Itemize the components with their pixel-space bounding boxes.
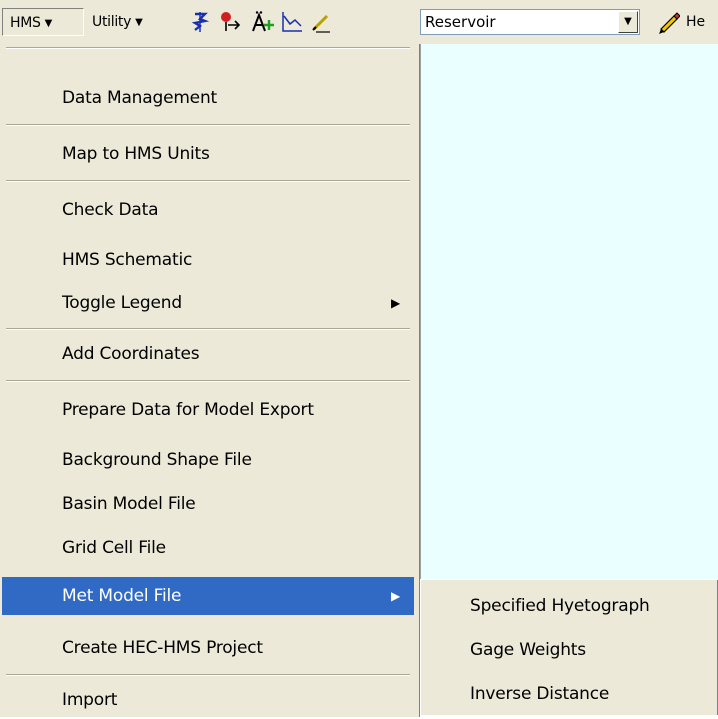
menu-item-check-data[interactable]: Check Data bbox=[2, 191, 414, 229]
edit-pen-icon[interactable] bbox=[310, 10, 334, 34]
menu-item-label: Background Shape File bbox=[62, 450, 252, 470]
hms-menu-label: HMS bbox=[10, 15, 41, 31]
menu-item-label: Import bbox=[62, 690, 118, 710]
menu-separator bbox=[6, 380, 410, 382]
pencil-icon[interactable] bbox=[656, 10, 680, 34]
menu-item-label: Prepare Data for Model Export bbox=[62, 400, 314, 420]
add-label-icon[interactable] bbox=[250, 10, 274, 34]
chevron-down-icon: ▼ bbox=[135, 17, 143, 28]
menu-separator bbox=[6, 47, 410, 49]
chevron-down-icon[interactable]: ▼ bbox=[618, 11, 638, 33]
submenu-item-inverse-distance[interactable]: Inverse Distance bbox=[423, 674, 715, 714]
menu-item-prepare-data-for-model-export[interactable]: Prepare Data for Model Export bbox=[2, 391, 414, 429]
menu-item-add-coordinates[interactable]: Add Coordinates bbox=[2, 335, 414, 373]
feature-type-combo[interactable]: Reservoir ▼ bbox=[420, 9, 640, 35]
menu-separator bbox=[6, 674, 410, 676]
submenu-item-label: Inverse Distance bbox=[470, 684, 610, 704]
met-model-file-submenu: Specified Hyetograph Gage Weights Invers… bbox=[420, 579, 718, 715]
submenu-item-label: Specified Hyetograph bbox=[470, 596, 650, 616]
submenu-item-label: Gage Weights bbox=[470, 640, 586, 660]
menu-item-import[interactable]: Import bbox=[2, 681, 414, 719]
menu-item-label: Basin Model File bbox=[62, 494, 196, 514]
menu-item-toggle-legend[interactable]: Toggle Legend ▶ bbox=[2, 284, 414, 322]
menu-item-create-hec-hms-project[interactable]: Create HEC-HMS Project bbox=[2, 629, 414, 667]
menu-separator bbox=[6, 328, 410, 330]
menu-item-label: Met Model File bbox=[62, 586, 182, 606]
menu-item-data-management[interactable]: Data Management bbox=[2, 79, 414, 117]
map-canvas[interactable] bbox=[420, 44, 718, 579]
menu-item-label: Check Data bbox=[62, 200, 159, 220]
utility-menu[interactable]: Utility ▼ bbox=[92, 8, 143, 36]
menu-item-basin-model-file[interactable]: Basin Model File bbox=[2, 485, 414, 523]
menu-item-label: Add Coordinates bbox=[62, 344, 200, 364]
menu-item-background-shape-file[interactable]: Background Shape File bbox=[2, 441, 414, 479]
menu-item-map-to-hms-units[interactable]: Map to HMS Units bbox=[2, 135, 414, 173]
menu-item-label: HMS Schematic bbox=[62, 250, 193, 270]
menu-item-met-model-file[interactable]: Met Model File ▶ bbox=[2, 577, 414, 615]
combo-value: Reservoir bbox=[425, 13, 496, 31]
menu-item-hms-schematic[interactable]: HMS Schematic bbox=[2, 241, 414, 279]
submenu-arrow-icon: ▶ bbox=[390, 296, 400, 310]
menu-item-grid-cell-file[interactable]: Grid Cell File bbox=[2, 529, 414, 567]
profile-graph-icon[interactable] bbox=[280, 10, 304, 34]
menu-item-label: Map to HMS Units bbox=[62, 144, 210, 164]
menu-item-label: Grid Cell File bbox=[62, 538, 166, 558]
chevron-down-icon: ▼ bbox=[44, 18, 53, 29]
submenu-item-specified-hyetograph[interactable]: Specified Hyetograph bbox=[423, 586, 715, 626]
point-tool-icon[interactable] bbox=[218, 10, 242, 34]
submenu-arrow-icon: ▶ bbox=[390, 589, 400, 603]
menu-separator bbox=[6, 124, 410, 126]
submenu-item-gage-weights[interactable]: Gage Weights bbox=[423, 630, 715, 670]
menu-item-label: Create HEC-HMS Project bbox=[62, 638, 263, 658]
network-tool-icon[interactable] bbox=[188, 10, 212, 34]
menu-item-label: Toggle Legend bbox=[62, 293, 182, 313]
truncated-toolbar-label[interactable]: He bbox=[686, 8, 705, 36]
menu-item-label: Data Management bbox=[62, 88, 217, 108]
hms-menu[interactable]: HMS ▼ bbox=[2, 8, 84, 36]
utility-menu-label: Utility bbox=[92, 14, 132, 30]
hms-dropdown-menu: Data Management Map to HMS Units Check D… bbox=[0, 44, 420, 717]
toolbar: HMS ▼ Utility ▼ Reservoir ▼ He bbox=[0, 0, 718, 45]
menu-separator bbox=[6, 180, 410, 182]
